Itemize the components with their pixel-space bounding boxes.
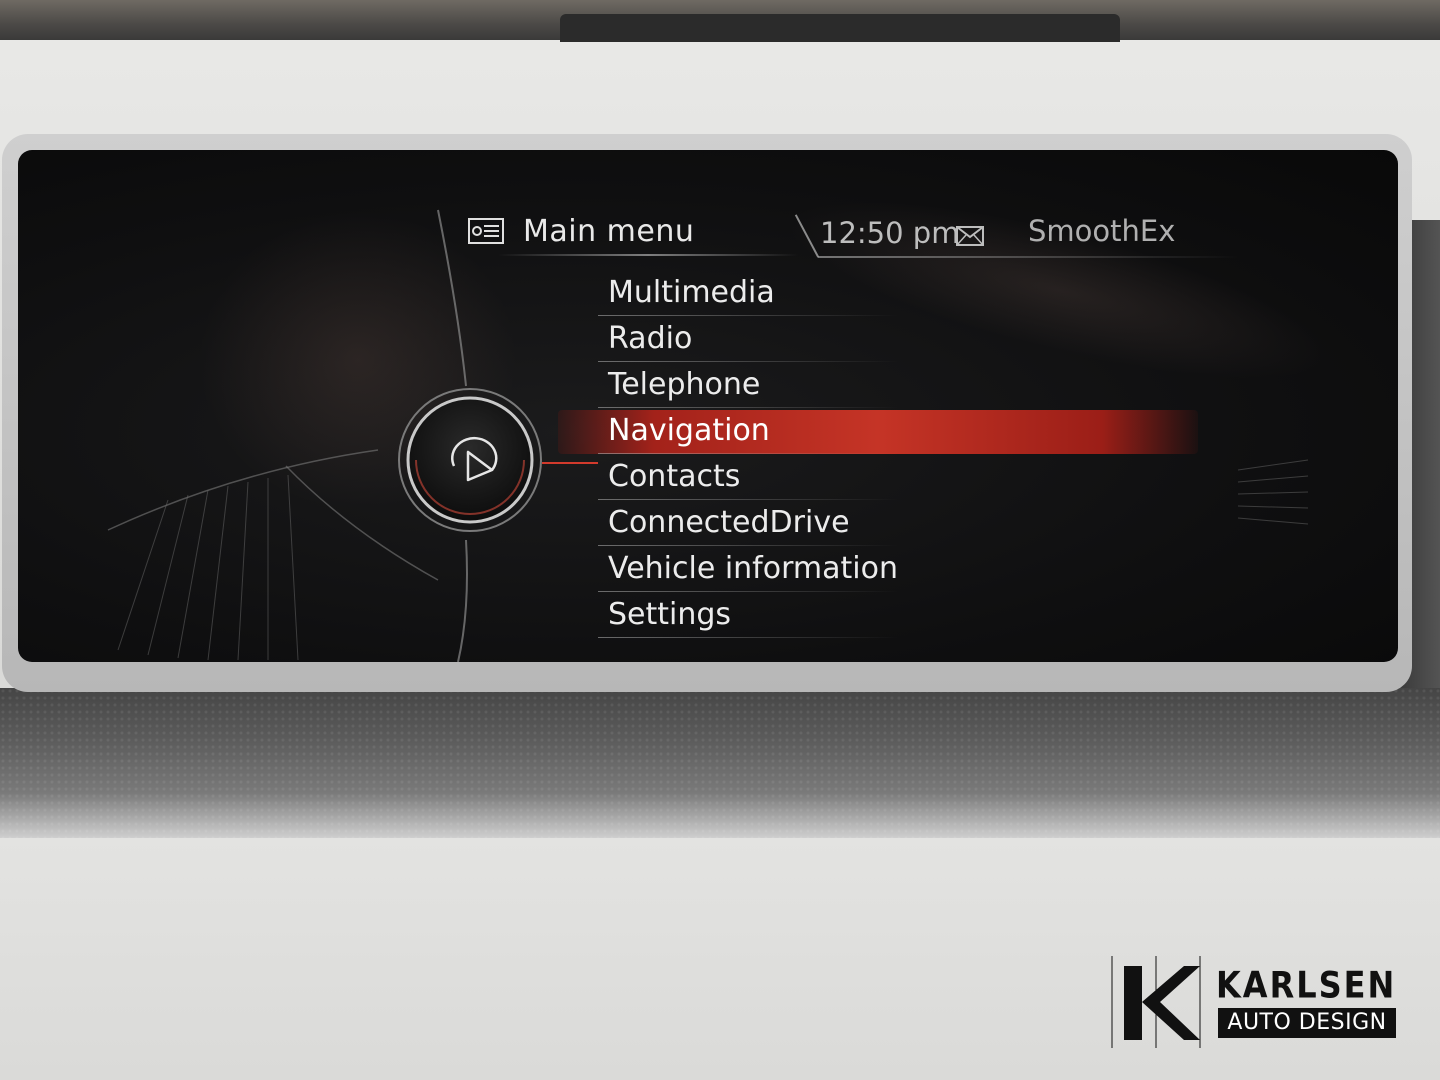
menu-item-vehicle-information[interactable]: Vehicle information	[598, 546, 948, 592]
envelope-icon	[956, 226, 984, 246]
page-title: Main menu	[523, 214, 695, 249]
menu-item-radio[interactable]: Radio	[598, 316, 948, 362]
menu-item-connecteddrive[interactable]: ConnectedDrive	[598, 500, 948, 546]
header-bar: Main menu 12:50 pm SmoothEx	[468, 208, 1368, 258]
controller-dial[interactable]	[396, 386, 544, 534]
watermark-name: KARLSEN	[1216, 963, 1397, 1007]
menu-item-settings[interactable]: Settings	[598, 592, 948, 638]
title-underline	[498, 254, 798, 256]
menu-item-telephone[interactable]: Telephone	[598, 362, 948, 408]
k-logo-mark	[1111, 956, 1201, 1048]
defrost-vent	[560, 14, 1120, 42]
clock: 12:50 pm	[820, 216, 960, 250]
watermark-logo: KARLSEN AUTO DESIGN	[1108, 952, 1400, 1052]
header-divider	[794, 214, 820, 258]
menu-item-navigation[interactable]: Navigation	[558, 408, 1228, 454]
status-underline	[818, 256, 1238, 258]
watermark-subtitle: AUTO DESIGN	[1218, 1008, 1396, 1038]
selection-connector	[542, 462, 598, 464]
dashboard-trim	[0, 688, 1440, 838]
driver-profile: SmoothEx	[1028, 214, 1176, 248]
menu-item-contacts[interactable]: Contacts	[598, 454, 948, 500]
idrive-screen: Main menu 12:50 pm SmoothEx Multimedia R…	[18, 150, 1398, 662]
main-menu-icon	[468, 218, 504, 244]
menu-item-multimedia[interactable]: Multimedia	[598, 270, 948, 316]
main-menu-list: Multimedia Radio Telephone Navigation Co…	[558, 270, 1338, 638]
